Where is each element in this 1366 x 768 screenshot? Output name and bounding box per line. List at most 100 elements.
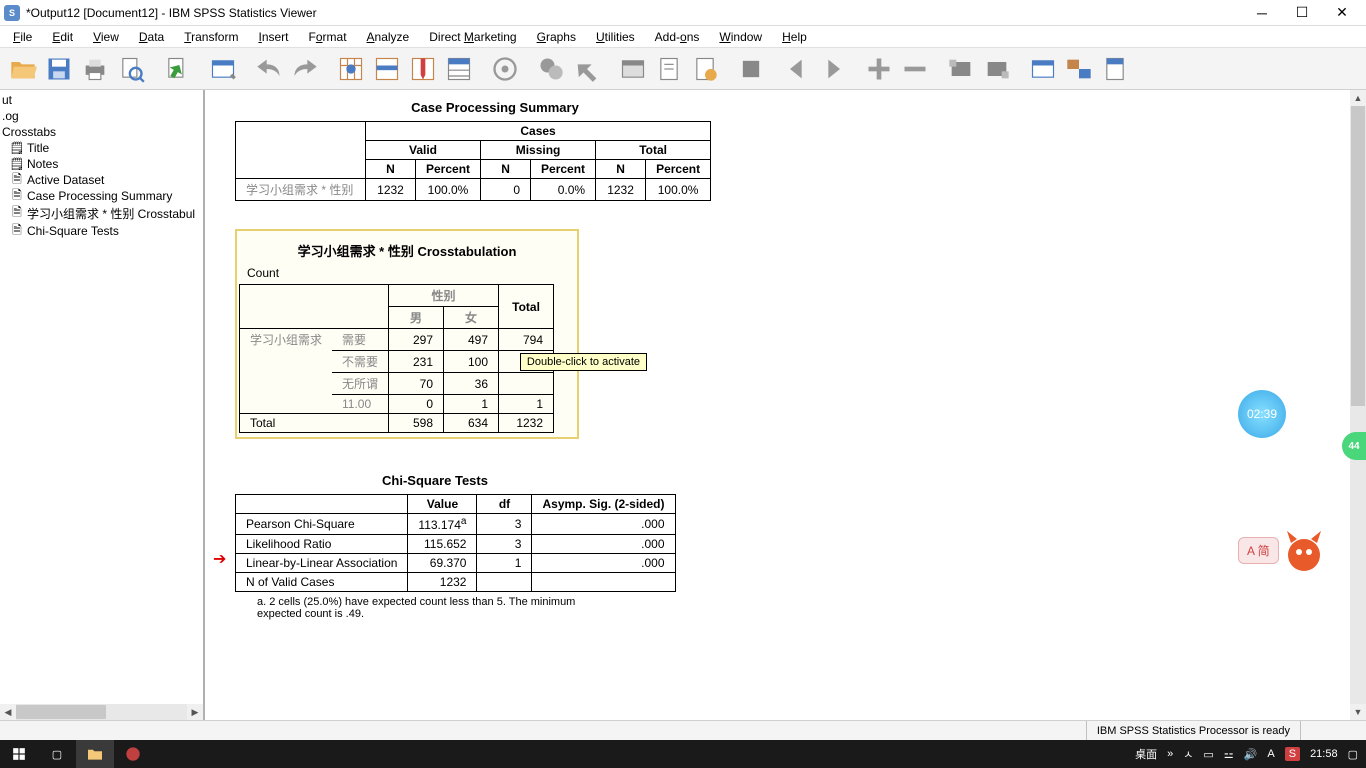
insert-title-icon[interactable]: [652, 52, 686, 86]
associate-icon[interactable]: [1062, 52, 1096, 86]
outline-item[interactable]: ut: [0, 92, 203, 108]
green-badge[interactable]: 44: [1342, 432, 1366, 460]
chi-footnote: a. 2 cells (25.0%) have expected count l…: [257, 596, 597, 620]
menu-graphs[interactable]: Graphs: [528, 28, 585, 46]
spss-taskbar-icon[interactable]: [114, 740, 152, 768]
menu-file[interactable]: File: [4, 28, 41, 46]
tray-notifications-icon[interactable]: ▢: [1348, 748, 1358, 761]
export-icon[interactable]: [160, 52, 194, 86]
undo-icon[interactable]: [252, 52, 286, 86]
ime-label[interactable]: A 简: [1238, 537, 1279, 564]
back-icon[interactable]: [780, 52, 814, 86]
fox-mascot-icon: [1279, 525, 1329, 575]
content-vscroll[interactable]: ▲ ▼: [1350, 90, 1366, 720]
maximize-button[interactable]: ☐: [1282, 2, 1322, 24]
designate-window-icon[interactable]: [1026, 52, 1060, 86]
menu-addons[interactable]: Add-ons: [646, 28, 709, 46]
select-icon[interactable]: [570, 52, 604, 86]
taskbar: ▢ 桌面 » ㅅ ▭ ⚍ 🔊 A S 21:58 ▢: [0, 740, 1366, 768]
collapse-icon[interactable]: [898, 52, 932, 86]
menu-utilities[interactable]: Utilities: [587, 28, 644, 46]
crosstab-box[interactable]: 学习小组需求 * 性别 Crosstabulation Count 性别Tota…: [235, 229, 579, 439]
tray-up-icon[interactable]: ㅅ: [1183, 746, 1193, 762]
print-icon[interactable]: [78, 52, 112, 86]
goto-case-icon[interactable]: [370, 52, 404, 86]
outline-item-icon: 🗎: [10, 224, 24, 238]
tray-clock[interactable]: 21:58: [1310, 748, 1338, 760]
outline-item[interactable]: 🗎Active Dataset: [0, 172, 203, 188]
menu-view[interactable]: View: [84, 28, 128, 46]
variables-icon[interactable]: [442, 52, 476, 86]
menubar: File Edit View Data Transform Insert For…: [0, 26, 1366, 48]
tray-ime-a-icon[interactable]: A: [1267, 748, 1274, 760]
demote-icon[interactable]: [980, 52, 1014, 86]
outline-item-icon: 🗒: [10, 141, 24, 155]
menu-data[interactable]: Data: [130, 28, 173, 46]
menu-analyze[interactable]: Analyze: [358, 28, 419, 46]
promote-icon[interactable]: [944, 52, 978, 86]
scroll-left-icon[interactable]: ◀: [0, 704, 16, 720]
clock-widget[interactable]: 02:39: [1238, 390, 1286, 438]
tray-wifi-icon[interactable]: ⚍: [1224, 748, 1234, 761]
scroll-right-icon[interactable]: ▶: [187, 704, 203, 720]
expand-icon[interactable]: [862, 52, 896, 86]
goto-data-icon[interactable]: [334, 52, 368, 86]
forward-icon[interactable]: [816, 52, 850, 86]
outline-item[interactable]: 🗎Chi-Square Tests: [0, 223, 203, 239]
scroll-thumb[interactable]: [16, 705, 106, 719]
menu-insert[interactable]: Insert: [249, 28, 297, 46]
tray-desktop[interactable]: 桌面: [1135, 746, 1157, 762]
tray-chevron-icon[interactable]: »: [1167, 748, 1173, 760]
menu-transform[interactable]: Transform: [175, 28, 247, 46]
scroll-up-icon[interactable]: ▲: [1350, 90, 1366, 106]
outline-item[interactable]: 🗒Notes: [0, 156, 203, 172]
close-button[interactable]: ✕: [1322, 2, 1362, 24]
outline-item[interactable]: Crosstabs: [0, 124, 203, 140]
outline-pane[interactable]: ut.ogCrosstabs🗒Title🗒Notes🗎Active Datase…: [0, 90, 205, 720]
window-title: *Output12 [Document12] - IBM SPSS Statis…: [26, 6, 1242, 20]
print-preview-icon[interactable]: [114, 52, 148, 86]
start-button[interactable]: [0, 740, 38, 768]
outline-item[interactable]: 🗒Title: [0, 140, 203, 156]
menu-edit[interactable]: Edit: [43, 28, 82, 46]
statusbar: IBM SPSS Statistics Processor is ready: [0, 720, 1366, 740]
ct-title: 学习小组需求 * 性别 Crosstabulation: [237, 241, 577, 260]
tray-battery-icon[interactable]: ▭: [1203, 748, 1213, 761]
outline-hscroll[interactable]: ◀ ▶: [0, 704, 203, 720]
scroll-down-icon[interactable]: ▼: [1350, 704, 1366, 720]
output-content[interactable]: Case Processing Summary Cases ValidMissi…: [205, 90, 1366, 720]
menu-format[interactable]: Format: [300, 28, 356, 46]
tray-volume-icon[interactable]: 🔊: [1244, 748, 1258, 761]
outline-item[interactable]: 🗎Case Processing Summary: [0, 188, 203, 204]
minimize-button[interactable]: ─: [1242, 2, 1282, 24]
vscroll-thumb[interactable]: [1351, 106, 1365, 406]
explorer-icon[interactable]: [76, 740, 114, 768]
run-icon[interactable]: [534, 52, 568, 86]
activate-tooltip: Double-click to activate: [520, 353, 647, 371]
close-item-icon[interactable]: [734, 52, 768, 86]
recall-dialog-icon[interactable]: [206, 52, 240, 86]
main-area: ut.ogCrosstabs🗒Title🗒Notes🗎Active Datase…: [0, 90, 1366, 720]
ime-widget[interactable]: A 简: [1238, 520, 1348, 580]
insert-heading-icon[interactable]: [616, 52, 650, 86]
save-icon[interactable]: [42, 52, 76, 86]
insert-text-icon[interactable]: [688, 52, 722, 86]
outline-item[interactable]: 🗎学习小组需求 * 性别 Crosstabul: [0, 204, 203, 223]
menu-help[interactable]: Help: [773, 28, 816, 46]
create-edit-icon[interactable]: [1098, 52, 1132, 86]
menu-window[interactable]: Window: [710, 28, 771, 46]
menu-direct-marketing[interactable]: Direct Marketing: [420, 28, 525, 46]
taskview-icon[interactable]: ▢: [38, 740, 76, 768]
outline-item[interactable]: .og: [0, 108, 203, 124]
open-icon[interactable]: [6, 52, 40, 86]
redo-icon[interactable]: [288, 52, 322, 86]
ct-count: Count: [247, 266, 577, 280]
goto-variable-icon[interactable]: [406, 52, 440, 86]
chi-title: Chi-Square Tests: [235, 473, 635, 488]
ct-table: 性别Total 男女 学习小组需求需要297497794不需要231100无所谓…: [239, 284, 554, 433]
cps-title: Case Processing Summary: [235, 100, 755, 115]
cps-table: Cases ValidMissingTotal NPercent NPercen…: [235, 121, 711, 201]
outline-item-icon: 🗎: [10, 207, 24, 221]
select-last-icon[interactable]: [488, 52, 522, 86]
tray-sogou-icon[interactable]: S: [1285, 747, 1300, 761]
